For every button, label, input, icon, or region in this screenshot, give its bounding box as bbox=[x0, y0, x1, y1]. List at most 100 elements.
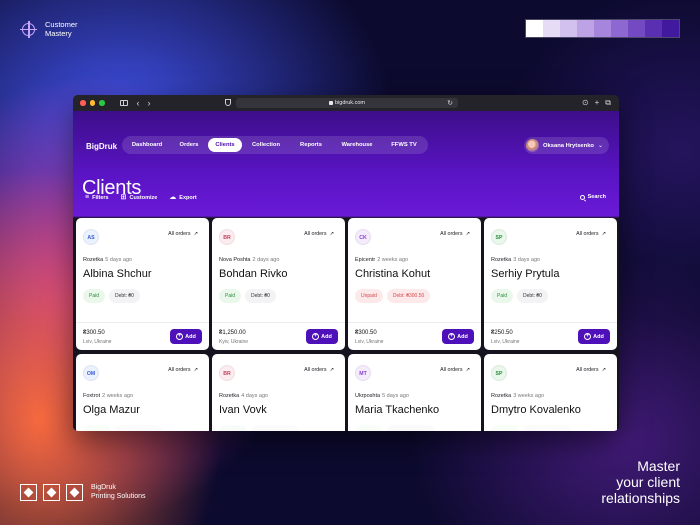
tab-clients[interactable]: Clients bbox=[208, 138, 242, 152]
client-card[interactable]: OM All orders ↗ Foxtrot 2 weeks ago Olga Mazu… bbox=[76, 354, 209, 431]
url-bar[interactable]: bigdruk.com ↻ bbox=[236, 98, 458, 108]
maximize-window-icon[interactable] bbox=[99, 100, 105, 106]
tab-collection[interactable]: Collection bbox=[242, 138, 290, 152]
debt-badge bbox=[115, 425, 163, 431]
last-order-time: 3 days ago bbox=[513, 257, 541, 263]
user-menu[interactable]: Oksana Hrytsenko ⌄ bbox=[524, 137, 609, 154]
all-orders-label: All orders bbox=[576, 367, 599, 373]
plus-icon: + bbox=[448, 333, 456, 340]
client-source: Rozetka 3 weeks ago bbox=[491, 393, 544, 399]
source-name: Rozetka bbox=[491, 257, 512, 263]
client-initials-avatar: BR bbox=[219, 365, 235, 381]
client-card[interactable]: MT All orders ↗ Ukrposhta 5 days ago Maria Tk… bbox=[348, 354, 481, 431]
arrow-up-right-icon: ↗ bbox=[193, 231, 198, 237]
payment-status-placeholder bbox=[83, 425, 163, 431]
search-button[interactable]: Search bbox=[579, 194, 606, 200]
palette-swatch bbox=[611, 20, 628, 37]
all-orders-link[interactable]: All orders ↗ bbox=[440, 231, 470, 237]
chevron-down-icon: ⌄ bbox=[597, 143, 603, 149]
client-initials-avatar: SP bbox=[491, 365, 507, 381]
plus-icon: + bbox=[312, 333, 320, 340]
tab-warehouse[interactable]: Warehouse bbox=[332, 138, 382, 152]
back-icon[interactable]: ‹ bbox=[137, 98, 140, 108]
all-orders-link[interactable]: All orders ↗ bbox=[304, 231, 334, 237]
client-amount: ₴300.50 bbox=[83, 330, 105, 336]
lock-icon bbox=[329, 101, 334, 105]
all-orders-link[interactable]: All orders ↗ bbox=[304, 367, 334, 373]
client-source: Nova Poshta 2 days ago bbox=[219, 257, 279, 263]
brand-title: Customer Mastery bbox=[45, 20, 78, 38]
reload-icon[interactable]: ↻ bbox=[447, 99, 453, 107]
tab-reports[interactable]: Reports bbox=[290, 138, 332, 152]
download-icon[interactable]: ⊙ bbox=[582, 98, 589, 107]
footer-brand: BigDruk Printing Solutions bbox=[20, 484, 145, 501]
tagline: Master your client relationships bbox=[601, 458, 680, 506]
client-card[interactable]: AS All orders ↗ Rozetka 5 days ago Albina Shc… bbox=[76, 218, 209, 350]
diamond-mark-icon bbox=[20, 484, 37, 501]
status-badge bbox=[219, 425, 247, 431]
close-window-icon[interactable] bbox=[80, 100, 86, 106]
palette-swatch bbox=[526, 20, 543, 37]
client-name: Maria Tkachenko bbox=[355, 404, 440, 416]
footer-brand-line2: Printing Solutions bbox=[91, 492, 146, 500]
add-order-button[interactable]: + Add bbox=[170, 329, 202, 344]
arrow-up-right-icon: ↗ bbox=[465, 367, 470, 373]
customize-button[interactable]: ⊞ Customize bbox=[121, 194, 158, 201]
last-order-time: 2 weeks ago bbox=[377, 257, 409, 263]
all-orders-link[interactable]: All orders ↗ bbox=[168, 367, 198, 373]
status-badge bbox=[355, 425, 383, 431]
tab-orders[interactable]: Orders bbox=[170, 138, 208, 152]
sidebar-toggle-icon[interactable] bbox=[119, 100, 128, 106]
client-card[interactable]: BR All orders ↗ Nova Poshta 2 days ago Bohdan… bbox=[212, 218, 345, 350]
add-order-button[interactable]: + Add bbox=[578, 329, 610, 344]
url-text: bigdruk.com bbox=[335, 100, 365, 106]
sliders-icon: ⊞ bbox=[120, 194, 127, 201]
minimize-window-icon[interactable] bbox=[89, 100, 95, 106]
tabs-overview-icon[interactable]: ⧉ bbox=[605, 98, 611, 107]
payment-status: Unpaid Debt: ₴300.50 bbox=[355, 289, 431, 303]
forward-icon[interactable]: › bbox=[148, 98, 151, 108]
palette-swatch bbox=[645, 20, 662, 37]
client-card[interactable]: BR All orders ↗ Rozetka 4 days ago Ivan Vovk bbox=[212, 354, 345, 431]
client-card[interactable]: SP All orders ↗ Rozetka 3 weeks ago Dmytro Ko… bbox=[484, 354, 617, 431]
all-orders-link[interactable]: All orders ↗ bbox=[168, 231, 198, 237]
filters-label: Filters bbox=[92, 194, 109, 201]
diamond-mark-icon bbox=[66, 484, 83, 501]
filters-button[interactable]: ≡ Filters bbox=[85, 194, 109, 201]
tab-ffws-tv[interactable]: FFWS TV bbox=[382, 138, 426, 152]
add-order-button[interactable]: + Add bbox=[442, 329, 474, 344]
all-orders-link[interactable]: All orders ↗ bbox=[440, 367, 470, 373]
debt-badge: Debt: ₴0 bbox=[245, 289, 276, 303]
palette-swatch bbox=[594, 20, 611, 37]
main-nav: Dashboard Orders Clients Collection Reports W… bbox=[122, 136, 428, 154]
debt-badge bbox=[387, 425, 435, 431]
last-order-time: 2 days ago bbox=[252, 257, 280, 263]
client-source: Ukrposhta 5 days ago bbox=[355, 393, 409, 399]
export-label: Export bbox=[179, 194, 197, 201]
source-name: Rozetka bbox=[491, 393, 512, 399]
browser-chrome: ‹ › bigdruk.com ↻ ⊙ + ⧉ bbox=[73, 95, 619, 111]
payment-status-placeholder bbox=[491, 425, 571, 431]
export-button[interactable]: ☁ Export bbox=[169, 194, 196, 201]
palette-swatch bbox=[577, 20, 594, 37]
add-order-button[interactable]: + Add bbox=[306, 329, 338, 344]
client-name: Christina Kohut bbox=[355, 268, 431, 280]
new-tab-icon[interactable]: + bbox=[595, 98, 600, 107]
client-card[interactable]: CK All orders ↗ Epicentr 2 weeks ago Christin… bbox=[348, 218, 481, 350]
all-orders-link[interactable]: All orders ↗ bbox=[576, 367, 606, 373]
tab-dashboard[interactable]: Dashboard bbox=[124, 138, 170, 152]
client-amount: ₴1,250.00 bbox=[219, 330, 246, 336]
app-logo[interactable]: BigDruk bbox=[86, 142, 117, 151]
client-location: Lviv, Ukraine bbox=[491, 339, 520, 345]
client-source: Rozetka 3 days ago bbox=[491, 257, 540, 263]
client-amount: ₴250.50 bbox=[491, 330, 513, 336]
avatar bbox=[526, 139, 540, 152]
payment-status: Paid Debt: ₴0 bbox=[219, 289, 276, 303]
all-orders-label: All orders bbox=[304, 367, 327, 373]
client-card[interactable]: SP All orders ↗ Rozetka 3 days ago Serhiy Pry… bbox=[484, 218, 617, 350]
client-source: Foxtrot 2 weeks ago bbox=[83, 393, 133, 399]
shield-icon[interactable] bbox=[225, 99, 231, 106]
client-name: Serhiy Prytula bbox=[491, 268, 560, 280]
debt-badge bbox=[523, 425, 571, 431]
all-orders-link[interactable]: All orders ↗ bbox=[576, 231, 606, 237]
